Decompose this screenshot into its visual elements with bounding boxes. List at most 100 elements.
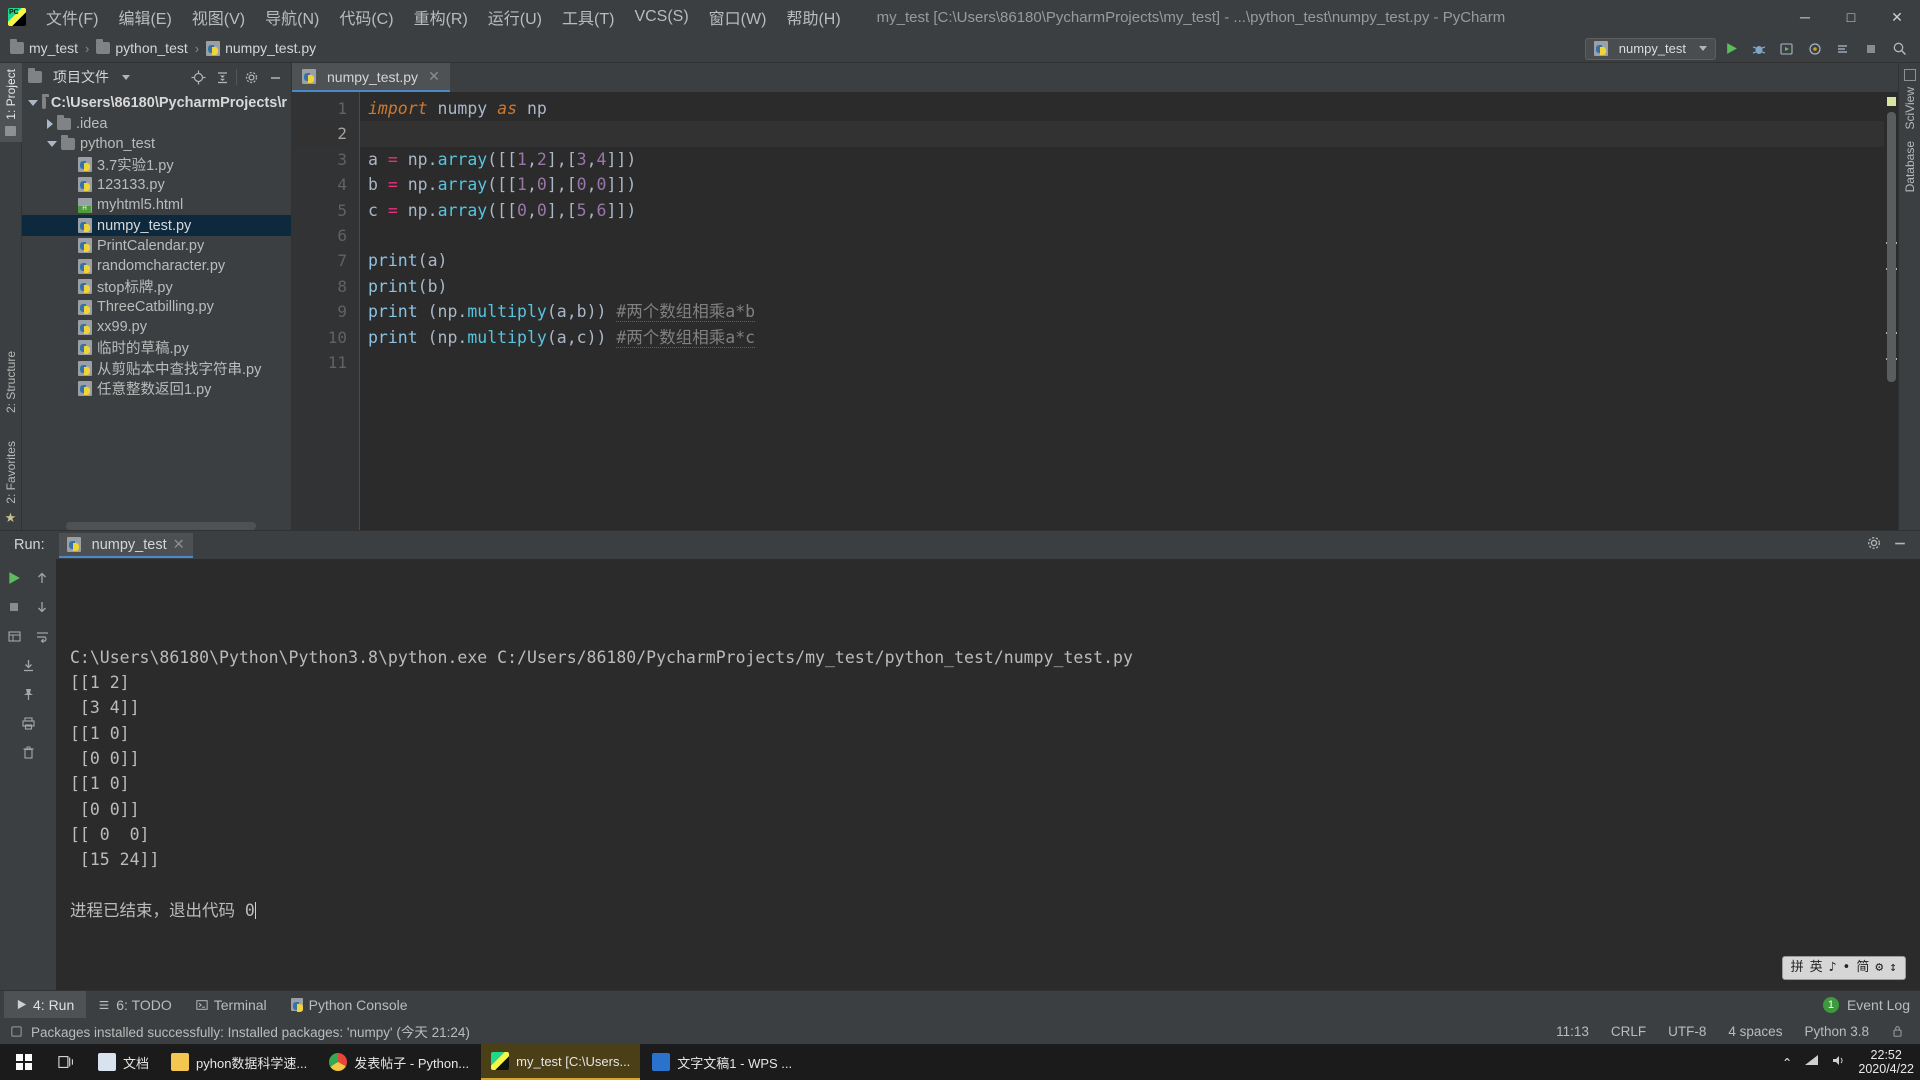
breadcrumb-item-file[interactable]: numpy_test.py: [225, 40, 316, 56]
minimize-icon[interactable]: [265, 67, 285, 87]
event-log-area[interactable]: 1 Event Log: [1822, 996, 1920, 1013]
menu-run[interactable]: 运行(U): [478, 2, 552, 32]
tree-item[interactable]: stop标牌.py: [22, 277, 291, 297]
stop-button[interactable]: [1858, 37, 1884, 61]
task-view-icon[interactable]: [48, 1044, 86, 1080]
menu-refactor[interactable]: 重构(R): [404, 2, 478, 32]
taskbar-item-chrome[interactable]: 发表帖子 - Python...: [319, 1044, 479, 1080]
chevron-right-icon[interactable]: [47, 118, 53, 129]
menu-view[interactable]: 视图(V): [182, 2, 255, 32]
menu-help[interactable]: 帮助(H): [776, 2, 850, 32]
taskbar-clock[interactable]: 22:52 2020/4/22: [1858, 1048, 1914, 1076]
ime-simplified[interactable]: 简: [1856, 955, 1869, 980]
scroll-up-icon[interactable]: [29, 565, 55, 591]
code-line[interactable]: print(a): [360, 248, 1884, 273]
taskbar-item-folder[interactable]: pyhon数据科学速...: [161, 1044, 317, 1080]
tree-item[interactable]: 临时的草稿.py: [22, 338, 291, 358]
network-icon[interactable]: [1804, 1054, 1819, 1070]
tree-item[interactable]: 从剪贴本中查找字符串.py: [22, 358, 291, 378]
gear-icon[interactable]: [1866, 535, 1882, 556]
ime-mode-pinyin[interactable]: 拼: [1791, 955, 1804, 980]
code-line[interactable]: [360, 350, 1884, 375]
project-tree[interactable]: C:\Users\86180\PycharmProjects\r .idea pyt…: [22, 91, 291, 520]
left-strip-label-favorites[interactable]: 2: Favorites: [4, 435, 18, 510]
run-tab-numpy-test[interactable]: numpy_test ✕: [58, 532, 193, 558]
indent-setting[interactable]: 4 spaces: [1728, 1024, 1782, 1039]
code-line[interactable]: print (np.multiply(a,c)) #两个数组相乘a*c: [360, 325, 1884, 350]
code-line[interactable]: b = np.array([[1,0],[0,0]]): [360, 172, 1884, 197]
scrollbar-thumb[interactable]: [1887, 112, 1896, 382]
minimize-button[interactable]: ─: [1782, 0, 1828, 34]
close-icon[interactable]: ✕: [173, 537, 185, 553]
ime-settings-icon[interactable]: ⚙: [1875, 955, 1883, 980]
tree-item[interactable]: C:\Users\86180\PycharmProjects\r: [22, 93, 291, 113]
volume-icon[interactable]: [1831, 1054, 1846, 1070]
ime-punct-icon[interactable]: •: [1843, 955, 1851, 980]
menu-code[interactable]: 代码(C): [329, 2, 403, 32]
left-strip-label-structure[interactable]: 2: Structure: [4, 345, 18, 419]
menu-window[interactable]: 窗口(W): [699, 2, 777, 32]
tree-item[interactable]: .idea: [22, 113, 291, 133]
print-layout-icon[interactable]: [1, 623, 27, 649]
printer-icon[interactable]: [15, 710, 41, 736]
trash-icon[interactable]: [15, 739, 41, 765]
tree-item[interactable]: 任意整数返回1.py: [22, 378, 291, 398]
ime-mode-english[interactable]: 英: [1810, 955, 1823, 980]
python-interpreter[interactable]: Python 3.8: [1804, 1024, 1869, 1039]
export-icon[interactable]: [15, 652, 41, 678]
ime-music-icon[interactable]: ♪: [1829, 955, 1837, 980]
chevron-down-icon[interactable]: [122, 74, 130, 80]
tree-item[interactable]: numpy_test.py: [22, 215, 291, 236]
pin-icon[interactable]: [15, 681, 41, 707]
code-line[interactable]: a = np.array([[1,2],[3,4]]): [360, 147, 1884, 172]
menu-navigate[interactable]: 导航(N): [255, 2, 329, 32]
code-editor[interactable]: 1 2 3 4 5 6 7 8 9 10 11 import numpy as np a = np.…: [292, 92, 1898, 530]
search-icon[interactable]: [1886, 37, 1912, 61]
bottom-bar-item-python-console[interactable]: Python Console: [279, 991, 420, 1019]
close-icon[interactable]: ✕: [428, 68, 440, 85]
file-encoding[interactable]: UTF-8: [1668, 1024, 1706, 1039]
run-configuration-selector[interactable]: numpy_test: [1584, 37, 1716, 60]
menu-edit[interactable]: 编辑(E): [108, 2, 181, 32]
scroll-down-icon[interactable]: [29, 594, 55, 620]
crosshair-icon[interactable]: [188, 67, 208, 87]
collapse-all-icon[interactable]: [212, 67, 232, 87]
code-line[interactable]: c = np.array([[0,0],[5,6]]): [360, 198, 1884, 223]
tree-item[interactable]: 3.7实验1.py: [22, 154, 291, 174]
run-coverage-button[interactable]: [1774, 37, 1800, 61]
menu-file[interactable]: 文件(F): [36, 2, 108, 32]
right-strip-label-sciview[interactable]: SciView: [1903, 81, 1917, 135]
menu-vcs[interactable]: VCS(S): [624, 5, 698, 29]
maximize-button[interactable]: □: [1828, 0, 1874, 34]
menu-tools[interactable]: 工具(T): [552, 2, 624, 32]
soft-wrap-icon[interactable]: [29, 623, 55, 649]
code-line[interactable]: [360, 121, 1884, 147]
right-strip-label-database[interactable]: Database: [1903, 135, 1917, 198]
debug-button[interactable]: [1746, 37, 1772, 61]
ime-status-bar[interactable]: 拼 英 ♪ • 简 ⚙ ↕: [1781, 955, 1906, 980]
tray-chevron-up-icon[interactable]: ⌃: [1782, 1055, 1792, 1070]
chevron-down-icon[interactable]: [28, 100, 38, 107]
code-line[interactable]: print(b): [360, 274, 1884, 299]
project-tool-button[interactable]: 1: Project: [0, 63, 22, 142]
taskbar-item-doc[interactable]: 文档: [88, 1044, 159, 1080]
profile-button[interactable]: [1802, 37, 1828, 61]
event-log-label[interactable]: Event Log: [1847, 997, 1910, 1013]
minimize-icon[interactable]: [1892, 535, 1908, 556]
tree-item[interactable]: PrintCalendar.py: [22, 236, 291, 256]
tree-item[interactable]: xx99.py: [22, 317, 291, 337]
code-content[interactable]: import numpy as np a = np.array([[1,2],[…: [360, 92, 1884, 530]
tree-item[interactable]: ThreeCatbilling.py: [22, 297, 291, 317]
taskbar-item-pycharm[interactable]: my_test [C:\Users...: [481, 1044, 641, 1080]
editor-scrollbar[interactable]: [1884, 92, 1898, 530]
tree-item[interactable]: randomcharacter.py: [22, 256, 291, 276]
tree-item[interactable]: myhtml5.html: [22, 195, 291, 215]
run-console-output[interactable]: 拼 英 ♪ • 简 ⚙ ↕ C:\Users\86180\Python\Pyth…: [56, 559, 1920, 990]
code-line[interactable]: import numpy as np: [360, 96, 1884, 121]
gear-icon[interactable]: [241, 67, 261, 87]
inspection-status-icon[interactable]: [1887, 97, 1896, 106]
breadcrumb-item-folder[interactable]: python_test: [115, 40, 187, 56]
stop-icon[interactable]: [1, 594, 27, 620]
code-line[interactable]: print (np.multiply(a,b)) #两个数组相乘a*b: [360, 299, 1884, 324]
chevron-down-icon[interactable]: [47, 140, 57, 147]
